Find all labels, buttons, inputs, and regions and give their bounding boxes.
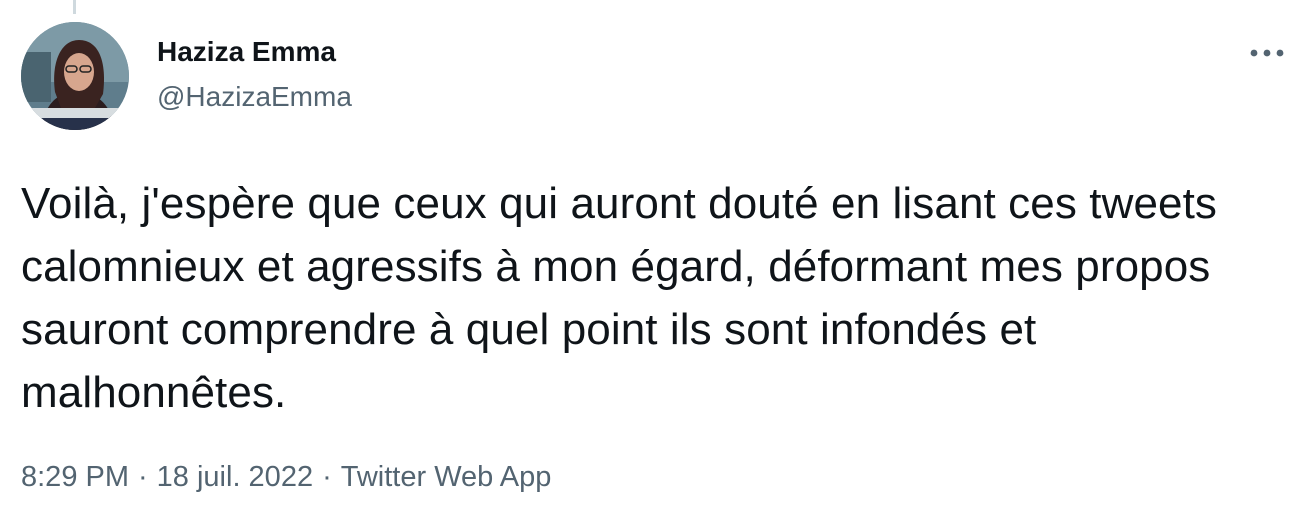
- thread-connector-line: [73, 0, 76, 14]
- meta-separator: ·: [138, 461, 148, 493]
- tweet-time[interactable]: 8:29 PM: [21, 461, 129, 493]
- tweet-date[interactable]: 18 juil. 2022: [157, 461, 313, 493]
- author-handle[interactable]: @HazizaEmma: [157, 79, 352, 115]
- avatar[interactable]: [21, 22, 129, 130]
- more-options-button[interactable]: [1247, 38, 1287, 68]
- meta-separator: ·: [322, 461, 332, 493]
- tweet-text: Voilà, j'espère que ceux qui auront dout…: [21, 179, 1218, 417]
- profile-photo-icon: [21, 22, 129, 130]
- tweet-author[interactable]: Haziza Emma @HazizaEmma: [157, 34, 352, 115]
- tweet-metadata: 8:29 PM · 18 juil. 2022 · Twitter Web App: [21, 457, 551, 497]
- author-display-name[interactable]: Haziza Emma: [157, 34, 352, 70]
- more-horizontal-icon: [1250, 49, 1284, 57]
- tweet-source[interactable]: Twitter Web App: [341, 461, 552, 493]
